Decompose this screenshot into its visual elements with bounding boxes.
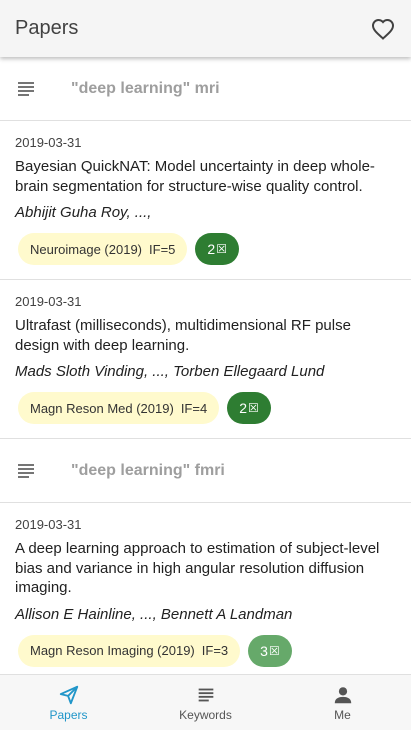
nav-label: Papers [49,707,88,722]
count-chip[interactable]: 2 ☒ [195,233,239,265]
send-icon [59,685,78,704]
paper-item[interactable]: 2019-03-31 Ultrafast (milliseconds), mul… [0,280,411,439]
app-header: Papers [0,0,411,57]
count-value: 2 [239,400,247,416]
query-title: "deep learning" fmri [71,461,225,479]
paper-chips: Magn Reson Imaging (2019) IF=3 3 ☒ [15,634,396,667]
query-group-header[interactable]: "deep learning" fmri [0,439,411,503]
journal-name: Magn Reson Imaging (2019) [30,643,195,658]
paper-date: 2019-03-31 [15,294,82,309]
subject-icon [18,463,34,478]
count-value: 3 [260,642,268,659]
query-group-header[interactable]: "deep learning" mri [0,57,411,121]
favorites-button[interactable] [370,16,396,42]
paper-chips: Neuroimage (2019) IF=5 2 ☒ [15,233,396,265]
envelope-icon: ☒ [247,401,259,415]
journal-chip[interactable]: Neuroimage (2019) IF=5 [18,233,188,265]
count-value: 2 [207,241,216,257]
paper-date: 2019-03-31 [15,135,82,150]
paper-chips: Magn Reson Med (2019) IF=4 2 ☒ [15,392,396,424]
envelope-icon: ☒ [216,242,227,256]
envelope-icon: ☒ [268,643,280,658]
app: Papers "deep learning" mri 2019-03-31 Ba… [0,0,411,730]
nav-keywords[interactable]: Keywords [146,684,266,722]
paper-title: Bayesian QuickNAT: Model uncertainty in … [15,158,375,195]
journal-name: Magn Reson Med (2019) [30,400,174,416]
nav-label: Me [334,707,351,722]
nav-label: Keywords [179,707,232,722]
page-title: Papers [15,17,79,39]
paper-authors: Mads Sloth Vinding, ..., Torben Ellegaar… [15,363,325,380]
list-icon [198,688,213,701]
paper-item[interactable]: 2019-03-31 Bayesian QuickNAT: Model unce… [0,121,411,280]
subject-icon [18,81,34,96]
count-chip[interactable]: 3 ☒ [248,634,292,667]
nav-papers[interactable]: Papers [9,684,129,722]
heart-icon [371,18,395,40]
nav-me[interactable]: Me [283,684,403,722]
journal-chip[interactable]: Magn Reson Imaging (2019) IF=3 [18,634,241,667]
paper-title: A deep learning approach to estimation o… [15,540,380,596]
journal-name: Neuroimage (2019) [30,241,143,257]
impact-factor: IF=5 [149,241,176,257]
impact-factor: IF=3 [201,643,229,658]
person-icon [334,686,351,703]
paper-date: 2019-03-31 [15,517,82,532]
bottom-navigation: Papers Keywords Me [0,674,411,730]
query-title: "deep learning" mri [71,79,220,97]
impact-factor: IF=4 [180,400,208,416]
paper-authors: Allison E Hainline, ..., Bennett A Landm… [15,605,293,623]
paper-item[interactable]: 2019-03-31 A deep learning approach to e… [0,503,411,674]
paper-list: "deep learning" mri 2019-03-31 Bayesian … [0,57,411,674]
paper-title: Ultrafast (milliseconds), multidimension… [15,317,351,354]
count-chip[interactable]: 2 ☒ [227,392,271,424]
journal-chip[interactable]: Magn Reson Med (2019) IF=4 [18,392,220,424]
paper-authors: Abhijit Guha Roy, ..., [15,204,152,221]
